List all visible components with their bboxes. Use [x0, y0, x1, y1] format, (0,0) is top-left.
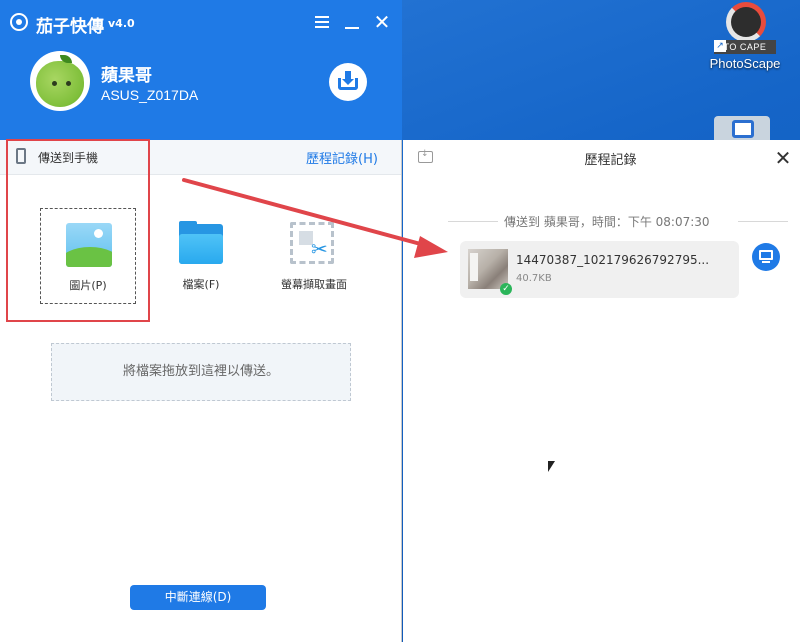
- desktop-shortcut-icon[interactable]: [714, 116, 770, 142]
- app-window: 茄子快傳 v4.0 ✕ 蘋果哥 ASUS_Z017DA 傳送到手機 歷程記錄(H…: [0, 0, 402, 642]
- history-timestamp: 傳送到 蘋果哥，時間：下午 08:07:30: [448, 212, 788, 230]
- user-name: 蘋果哥: [101, 66, 152, 86]
- app-header: 茄子快傳 v4.0 ✕ 蘋果哥 ASUS_Z017DA: [0, 0, 402, 140]
- disconnect-button[interactable]: 中斷連線(D): [130, 585, 266, 610]
- inbox-tray-icon: [338, 78, 358, 90]
- history-close-icon[interactable]: ✕: [773, 148, 793, 168]
- check-icon: ✓: [500, 283, 512, 295]
- minimize-icon[interactable]: [340, 10, 364, 34]
- device-name: ASUS_Z017DA: [101, 87, 199, 103]
- shortcut-arrow-icon: ↗: [714, 40, 726, 52]
- mouse-cursor-icon: [547, 459, 557, 475]
- screenshot-button[interactable]: ✂ 螢幕擷取畫面: [266, 208, 362, 304]
- transfer-item[interactable]: ✓ 14470387_102179626792795... 40.7KB: [460, 241, 739, 298]
- computer-icon: [752, 243, 780, 271]
- app-title: 茄子快傳: [36, 17, 104, 37]
- screenshot-icon: ✂: [290, 222, 334, 264]
- photoscape-desktop-icon[interactable]: TO CAPE ↗ PhotoScape: [700, 0, 790, 80]
- history-title: 歷程記錄: [584, 153, 637, 168]
- photoscape-label: PhotoScape: [709, 56, 781, 71]
- transfer-file-size: 40.7KB: [516, 273, 552, 284]
- photoscape-logo-icon: [726, 2, 766, 42]
- menu-icon[interactable]: [310, 10, 334, 34]
- receive-button[interactable]: [329, 63, 367, 101]
- highlight-box: [6, 139, 150, 322]
- avatar: [30, 51, 90, 111]
- screenshot-label: 螢幕擷取畫面: [281, 278, 347, 291]
- history-link[interactable]: 歷程記錄(H): [306, 148, 378, 167]
- history-panel: 歷程記錄 ✕ 傳送到 蘋果哥，時間：下午 08:07:30 ✓ 14470387…: [403, 140, 800, 642]
- folder-icon: [179, 221, 223, 264]
- app-version: v4.0: [108, 17, 135, 30]
- title-bar: 茄子快傳 v4.0 ✕: [0, 0, 402, 44]
- drop-zone[interactable]: 將檔案拖放到這裡以傳送。: [51, 343, 351, 401]
- history-time-text: 傳送到 蘋果哥，時間：下午 08:07:30: [504, 215, 710, 229]
- send-file-button[interactable]: 檔案(F): [153, 208, 249, 304]
- app-logo-icon: [10, 13, 28, 31]
- close-icon[interactable]: ✕: [370, 10, 394, 34]
- file-label: 檔案(F): [182, 278, 220, 291]
- transfer-file-name: 14470387_102179626792795...: [516, 253, 710, 267]
